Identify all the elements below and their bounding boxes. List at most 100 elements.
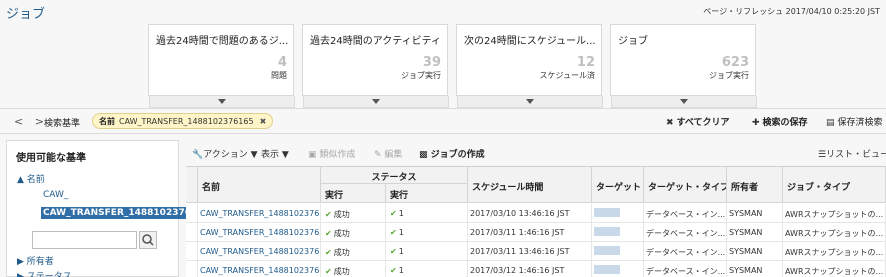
cell-status: ✔ 成功	[321, 204, 386, 223]
chevron-down-icon	[372, 99, 380, 104]
cell-owner: SYSMAN	[727, 223, 783, 242]
card-expand-toggle[interactable]	[611, 96, 757, 108]
col-name[interactable]: 名前	[198, 167, 321, 203]
cell-target-type: データベース・イン...	[644, 261, 727, 277]
cell-count: ✔ 1	[386, 261, 468, 277]
plus-icon: ✚	[752, 118, 760, 128]
check-icon: ✔	[390, 247, 397, 256]
search-button[interactable]	[139, 231, 157, 249]
create-job-button[interactable]: ▩ ジョブの作成	[419, 147, 485, 160]
cell-target[interactable]	[592, 223, 644, 242]
card-activity[interactable]: 過去24時間のアクティビティ 39 ジョブ実行	[302, 24, 449, 108]
action-menu[interactable]: 🔧アクション ▼	[192, 147, 258, 160]
criteria-chip[interactable]: 名前 CAW_TRANSFER_1488102376165 ✖	[92, 113, 274, 129]
tree-node-name[interactable]: ▲ 名前	[17, 172, 45, 185]
card-title: 次の24時間にスケジュール...	[464, 36, 596, 47]
cell-count: ✔ 1	[386, 204, 468, 223]
check-icon: ✔	[390, 266, 397, 275]
card-unit: スケジュール済	[539, 71, 595, 80]
col-schedule[interactable]: スケジュール時間	[468, 167, 592, 203]
cell-target-type: データベース・イン...	[644, 204, 727, 223]
tree-item[interactable]: CAW_	[43, 190, 68, 200]
col-owner[interactable]: 所有者	[727, 167, 783, 203]
close-icon: ✖	[666, 118, 674, 128]
search-criteria-bar: < > 検索基準 名前 CAW_TRANSFER_1488102376165 ✖ ✖…	[0, 108, 886, 134]
criteria-panel: 使用可能な基準 ▲ 名前 CAW_ CAW_TRANSFER_148810237…	[6, 140, 212, 277]
redacted-target	[594, 265, 620, 274]
page-refresh-time[interactable]: ページ・リフレッシュ 2017/04/10 0:25:20 JST	[703, 6, 880, 17]
card-unit: 問題	[271, 71, 287, 80]
card-value: 12	[576, 55, 595, 70]
check-icon: ✔	[390, 209, 397, 218]
cell-job-type: AWRスナップショットの...	[783, 261, 886, 277]
save-search-button[interactable]: ✚ 検索の保存	[752, 115, 808, 128]
list-view-button[interactable]: ☰リスト・ビュー ▼	[818, 147, 886, 160]
cell-schedule: 2017/03/11 13:46:16 JST	[468, 242, 592, 261]
col-target-type[interactable]: ターゲット・タイプ	[644, 167, 727, 203]
cell-schedule: 2017/03/10 13:46:16 JST	[468, 204, 592, 223]
cell-count: ✔ 1	[386, 242, 468, 261]
card-problems[interactable]: 過去24時間で問題のあるジ... 4 問題	[148, 24, 295, 108]
cell-target[interactable]	[592, 242, 644, 261]
card-value: 39	[422, 55, 441, 70]
card-expand-toggle[interactable]	[149, 96, 295, 108]
col-job-type[interactable]: ジョブ・タイプ	[783, 167, 886, 203]
cell-status: ✔ 成功	[321, 261, 386, 277]
row-header-cell	[186, 223, 198, 242]
card-title: ジョブ	[618, 36, 648, 47]
cell-target-type: データベース・イン...	[644, 242, 727, 261]
close-icon[interactable]: ✖	[260, 117, 267, 126]
row-header-col	[186, 167, 198, 203]
saved-search-icon: ▤	[826, 118, 835, 128]
chevron-down-icon	[680, 99, 688, 104]
col-exec1[interactable]: 実行	[321, 184, 386, 203]
col-target[interactable]: ターゲット	[592, 167, 644, 203]
cell-name-link[interactable]: CAW_TRANSFER_1488102376...	[198, 261, 321, 277]
view-menu[interactable]: 表示 ▼	[261, 147, 289, 160]
cell-target-type: データベース・イン...	[644, 223, 727, 242]
card-value: 4	[277, 55, 287, 70]
nav-arrows[interactable]: < >	[14, 115, 48, 128]
search-icon	[142, 234, 154, 246]
cell-owner: SYSMAN	[727, 204, 783, 223]
cell-status: ✔ 成功	[321, 242, 386, 261]
cell-job-type: AWRスナップショットの...	[783, 223, 886, 242]
tree-node-status[interactable]: ▶ ステータス	[17, 269, 72, 277]
row-header-cell	[186, 204, 198, 223]
edit-button[interactable]: ✎ 編集	[374, 147, 402, 160]
card-title: 過去24時間のアクティビティ	[310, 36, 442, 47]
list-icon: ☰	[818, 150, 827, 160]
check-icon: ✔	[325, 248, 332, 257]
criteria-search-input[interactable]	[32, 231, 137, 249]
cell-job-type: AWRスナップショットの...	[783, 204, 886, 223]
cell-status: ✔ 成功	[321, 223, 386, 242]
clear-all-button[interactable]: ✖ すべてクリア	[666, 115, 730, 128]
page-title: ジョブ	[6, 7, 46, 22]
card-unit: ジョブ実行	[709, 71, 749, 80]
card-scheduled[interactable]: 次の24時間にスケジュール... 12 スケジュール済	[456, 24, 603, 108]
summary-cards: 過去24時間で問題のあるジ... 4 問題 過去24時間のアクティビティ 39 …	[148, 24, 757, 108]
cell-name-link[interactable]: CAW_TRANSFER_1488102376...	[198, 242, 321, 261]
chip-value: CAW_TRANSFER_1488102376165	[119, 117, 254, 126]
check-icon: ✔	[325, 229, 332, 238]
card-title: 過去24時間で問題のあるジ...	[156, 36, 289, 47]
cell-count: ✔ 1	[386, 223, 468, 242]
redacted-target	[594, 227, 620, 236]
tree-node-owner[interactable]: ▶ 所有者	[17, 254, 54, 267]
cell-target[interactable]	[592, 261, 644, 277]
card-jobs[interactable]: ジョブ 623 ジョブ実行	[610, 24, 757, 108]
card-expand-toggle[interactable]	[303, 96, 449, 108]
col-status-group: ステータス	[321, 167, 468, 184]
cell-name-link[interactable]: CAW_TRANSFER_1488102376...	[198, 223, 321, 242]
cell-owner: SYSMAN	[727, 261, 783, 277]
row-header-cell	[186, 242, 198, 261]
saved-searches-button[interactable]: ▤ 保存済検索	[826, 115, 883, 128]
create-like-button[interactable]: ▣ 類似作成	[308, 147, 355, 160]
cell-job-type: AWRスナップショットの...	[783, 242, 886, 261]
card-expand-toggle[interactable]	[457, 96, 603, 108]
col-exec2[interactable]: 実行	[386, 184, 468, 203]
cell-target[interactable]	[592, 204, 644, 223]
cell-name-link[interactable]: CAW_TRANSFER_1488102376...	[198, 204, 321, 223]
cell-owner: SYSMAN	[727, 242, 783, 261]
card-unit: ジョブ実行	[401, 71, 441, 80]
